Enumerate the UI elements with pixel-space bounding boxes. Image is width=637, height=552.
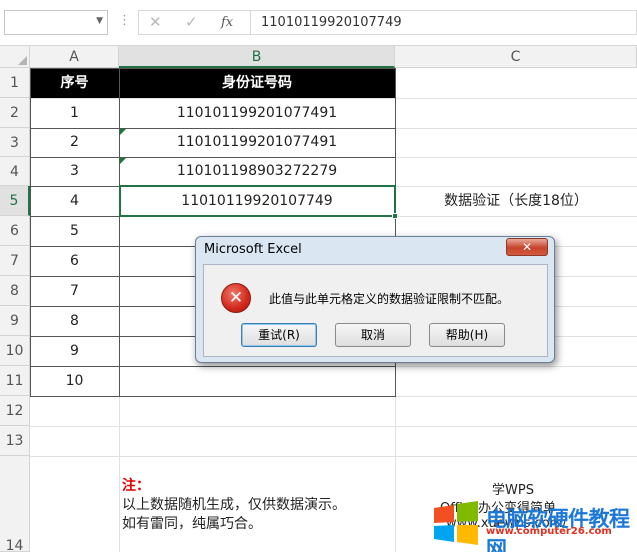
row-header-6[interactable]: 6 (0, 216, 30, 246)
column-header-c[interactable]: C (395, 46, 637, 68)
insert-function-icon[interactable]: fx (221, 15, 233, 30)
row-header-11[interactable]: 11 (0, 366, 30, 396)
data-note: 注： 以上数据随机生成，仅供数据演示。 如有雷同，纯属巧合。 (122, 477, 346, 534)
chevron-down-icon[interactable]: ▼ (96, 16, 103, 26)
gridline (30, 396, 637, 397)
table-cell-seq[interactable]: 7 (30, 276, 119, 306)
table-cell-id[interactable]: 110101199201077491 (119, 98, 395, 128)
table-cell-id[interactable]: 110101198903272279 (119, 157, 395, 186)
row-header-7[interactable]: 7 (0, 246, 30, 276)
row-header-10[interactable]: 10 (0, 336, 30, 366)
dialog-body: ✕ 此值与此单元格定义的数据验证限制不匹配。 重试(R) 取消 帮助(H) (203, 264, 548, 357)
row-header-5[interactable]: 5 (0, 186, 30, 216)
row-header-13[interactable]: 13 (0, 426, 30, 456)
cancel-icon[interactable]: ✕ (149, 13, 162, 31)
error-indicator-icon[interactable] (120, 129, 126, 135)
name-box[interactable]: ▼ (4, 10, 108, 35)
retry-button[interactable]: 重试(R) (241, 323, 317, 347)
row-header-14[interactable]: 14 (0, 456, 30, 552)
row-header-9[interactable]: 9 (0, 306, 30, 336)
dialog-message: 此值与此单元格定义的数据验证限制不匹配。 (269, 292, 510, 306)
validation-error-dialog: Microsoft Excel ✕ ✕ 此值与此单元格定义的数据验证限制不匹配。… (195, 236, 555, 363)
help-button[interactable]: 帮助(H) (429, 323, 505, 347)
row-header-12[interactable]: 12 (0, 396, 30, 426)
row-header-2[interactable]: 2 (0, 98, 30, 128)
select-all-icon (18, 56, 27, 65)
enter-icon[interactable]: ✓ (185, 13, 198, 31)
cancel-button[interactable]: 取消 (335, 323, 411, 347)
table-cell-seq[interactable]: 1 (30, 98, 119, 128)
table-header-id[interactable]: 身份证号码 (119, 68, 395, 98)
formula-bar-grip-icon: ⋮ (118, 13, 131, 28)
gridline (30, 366, 637, 367)
table-cell-seq[interactable]: 8 (30, 306, 119, 336)
table-cell-seq[interactable]: 10 (30, 366, 119, 396)
c5-validation-note[interactable]: 数据验证（长度18位） (395, 186, 637, 216)
table-cell-seq[interactable]: 2 (30, 128, 119, 157)
formula-bar: ▼ ⋮ ✕ ✓ fx 11010119920107749 (0, 0, 637, 46)
note-title: 注： (122, 478, 150, 494)
close-button[interactable]: ✕ (506, 238, 548, 256)
gridline (30, 456, 637, 457)
table-cell-seq[interactable]: 6 (30, 246, 119, 276)
formula-bar-buttons: ✕ ✓ fx (138, 10, 250, 35)
windows-logo-icon (434, 501, 478, 545)
table-header-seq[interactable]: 序号 (30, 68, 119, 98)
error-icon: ✕ (221, 283, 251, 313)
table-cell-seq[interactable]: 4 (30, 186, 119, 216)
note-line-2: 如有雷同，纯属巧合。 (122, 516, 262, 532)
table-cell-seq[interactable]: 3 (30, 157, 119, 186)
formula-input[interactable]: 11010119920107749 (250, 10, 637, 35)
table-cell-id[interactable]: 110101199201077491 (119, 128, 395, 157)
column-header-a[interactable]: A (30, 46, 119, 68)
error-indicator-icon[interactable] (120, 158, 126, 164)
dialog-title: Microsoft Excel (204, 242, 302, 257)
row-header-4[interactable]: 4 (0, 157, 30, 186)
watermark-text-top: 学WPS (492, 483, 534, 498)
note-line-1: 以上数据随机生成，仅供数据演示。 (122, 497, 346, 513)
row-header-1[interactable]: 1 (0, 68, 30, 98)
watermark-url: www.computer26.com (486, 526, 612, 537)
table-cell-seq[interactable]: 5 (30, 216, 119, 246)
active-cell[interactable] (119, 185, 396, 217)
row-header-3[interactable]: 3 (0, 128, 30, 157)
gridline (30, 426, 637, 427)
table-cell-seq[interactable]: 9 (30, 336, 119, 366)
select-all-corner[interactable] (0, 46, 30, 68)
row-header-8[interactable]: 8 (0, 276, 30, 306)
column-header-b[interactable]: B (119, 46, 395, 68)
